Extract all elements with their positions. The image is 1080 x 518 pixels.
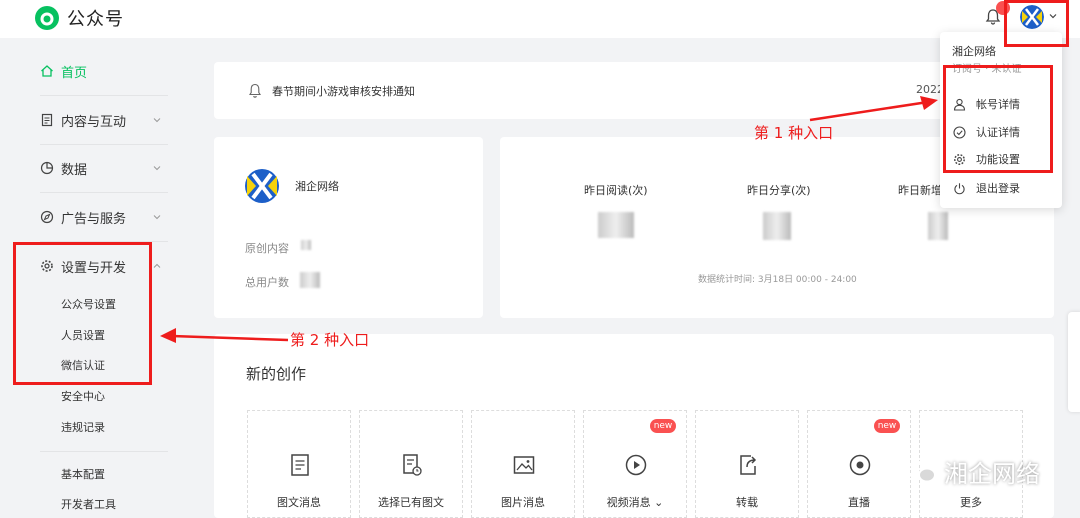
sidebar-divider xyxy=(40,192,168,193)
sidebar-subitem-dev-tools[interactable]: 开发者工具 xyxy=(61,495,116,515)
account-card xyxy=(214,137,483,318)
new-badge: new xyxy=(650,419,676,433)
blurred-value xyxy=(598,212,634,238)
section-title: 新的创作 xyxy=(246,365,307,383)
pie-chart-icon xyxy=(40,161,54,175)
chevron-down-icon xyxy=(153,166,161,171)
blurred-value xyxy=(301,240,311,250)
live-icon xyxy=(849,454,871,476)
create-label: 图片消息 xyxy=(501,496,545,509)
sidebar-subitem-violations[interactable]: 违规记录 xyxy=(61,418,105,438)
total-users-label: 总用户数 xyxy=(245,276,289,289)
floating-side-panel[interactable] xyxy=(1068,312,1080,412)
blurred-value xyxy=(300,272,320,288)
create-label-text: 视频消息 xyxy=(606,496,651,509)
dropdown-item-label: 退出登录 xyxy=(976,182,1020,195)
annotation-box-avatar xyxy=(1004,0,1069,47)
chevron-up-icon xyxy=(153,263,161,268)
sidebar-divider xyxy=(40,144,168,145)
create-label: 直播 xyxy=(848,496,870,509)
document-icon xyxy=(41,113,53,127)
create-label: 视频消息 ⌄ xyxy=(606,496,664,509)
annotation-arrow-1 xyxy=(809,96,938,122)
dropdown-item-logout[interactable]: 退出登录 xyxy=(953,180,1020,196)
create-label: 图文消息 xyxy=(277,496,321,509)
document-clock-icon xyxy=(403,454,422,476)
annotation-arrow-2 xyxy=(160,328,289,343)
sidebar-item-home[interactable]: 首页 xyxy=(40,56,168,86)
create-repost-button[interactable]: 转载 xyxy=(695,410,799,518)
power-icon xyxy=(954,182,965,194)
sidebar-divider xyxy=(40,95,168,96)
blurred-value xyxy=(928,212,948,240)
sidebar-subitem-basic-config[interactable]: 基本配置 xyxy=(61,465,105,485)
watermark-text: 湘企网络 xyxy=(944,460,1040,488)
annotation-box-sidebar xyxy=(13,242,152,385)
wechat-mp-logo-icon xyxy=(35,6,59,30)
account-logo xyxy=(244,168,280,204)
app-title: 公众号 xyxy=(67,9,124,30)
article-icon xyxy=(291,454,309,476)
chevron-down-icon xyxy=(153,215,161,220)
chevron-down-icon xyxy=(153,118,161,123)
stats-time-note: 数据统计时间: 3月18日 00:00 - 24:00 xyxy=(698,275,857,285)
new-badge: new xyxy=(874,419,900,433)
wechat-icon xyxy=(907,460,936,482)
create-article-button[interactable]: 图文消息 xyxy=(247,410,351,518)
create-image-button[interactable]: 图片消息 xyxy=(471,410,575,518)
account-avatar-icon xyxy=(245,169,279,203)
watermark: 湘企网络 xyxy=(906,454,1040,489)
create-label: 更多 xyxy=(960,496,982,509)
create-label: 选择已有图文 xyxy=(378,496,444,509)
sidebar-item-data[interactable]: 数据 xyxy=(40,153,168,183)
logo[interactable]: 公众号 xyxy=(34,5,124,31)
sidebar-item-ads[interactable]: 广告与服务 xyxy=(40,202,168,232)
sidebar-divider xyxy=(40,451,168,452)
original-content-label: 原创内容 xyxy=(245,242,289,255)
notice-link[interactable]: 春节期间小游戏审核安排通知 xyxy=(272,83,415,99)
sidebar-subitem-security[interactable]: 安全中心 xyxy=(61,387,105,407)
home-icon xyxy=(41,65,53,77)
play-icon xyxy=(625,454,647,476)
stat-label-reads: 昨日阅读(次) xyxy=(584,184,648,197)
bell-icon xyxy=(249,83,261,98)
sidebar-item-content[interactable]: 内容与互动 xyxy=(40,105,168,135)
stat-label-shares: 昨日分享(次) xyxy=(747,184,811,197)
blurred-value xyxy=(763,212,791,240)
dropdown-account-name: 湘企网络 xyxy=(952,45,996,58)
repost-icon xyxy=(740,455,757,475)
create-select-existing-button[interactable]: 选择已有图文 xyxy=(359,410,463,518)
annotation-box-dropdown xyxy=(943,65,1053,173)
account-name: 湘企网络 xyxy=(295,180,339,193)
compass-icon xyxy=(40,210,54,224)
sidebar-item-label: 数据 xyxy=(61,162,88,178)
create-label: 转载 xyxy=(736,496,758,509)
image-icon xyxy=(513,456,535,474)
sidebar-item-label: 首页 xyxy=(61,65,88,81)
sidebar-item-label: 广告与服务 xyxy=(61,211,127,227)
top-bar: 公众号 xyxy=(0,0,1080,38)
stat-label-new: 昨日新增 xyxy=(898,184,942,197)
sidebar-item-label: 内容与互动 xyxy=(61,114,127,130)
annotation-text-entry-2: 第 2 种入口 xyxy=(290,331,370,349)
